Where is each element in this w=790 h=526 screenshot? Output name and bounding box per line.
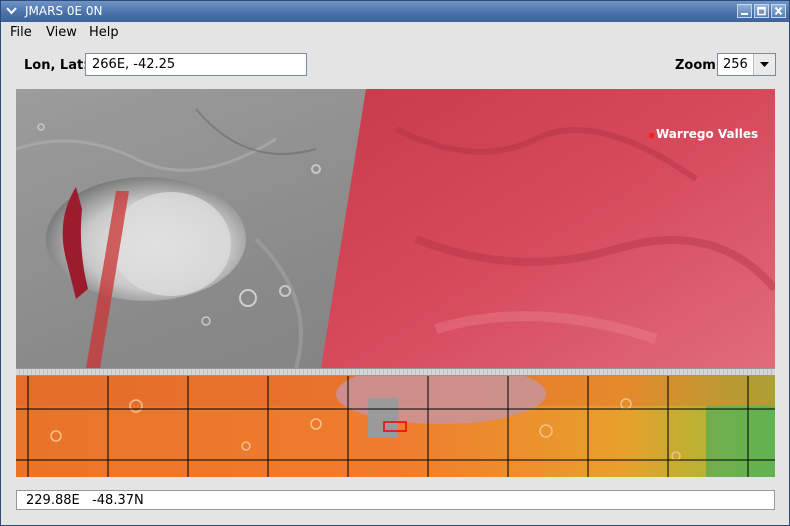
landmark-label[interactable]: Warrego Valles [656, 127, 758, 141]
maximize-icon [757, 6, 766, 16]
cursor-coords: 229.88E -48.37N [26, 493, 144, 508]
menu-view[interactable]: View [46, 25, 77, 40]
minimize-icon [741, 13, 748, 15]
lonlat-input[interactable]: 266E, -42.25 [85, 53, 307, 76]
lonlat-label: Lon, Lat: [24, 58, 89, 73]
zoom-label: Zoom: [675, 58, 722, 73]
maximize-button[interactable] [754, 4, 769, 18]
zoom-value: 256 [723, 57, 748, 72]
landmark-marker-icon[interactable] [649, 133, 654, 138]
menu-bar: File View Help [1, 22, 789, 42]
menu-help[interactable]: Help [89, 25, 119, 40]
overview-terrain-image [16, 376, 775, 477]
jmars-window: JMARS 0E 0N File View Help Lon, Lat: 266… [0, 0, 790, 526]
main-map-view[interactable]: Warrego Valles [16, 89, 775, 368]
minimize-button[interactable] [737, 4, 752, 18]
chevron-down-icon [760, 62, 769, 67]
status-bar: 229.88E -48.37N [16, 490, 775, 510]
title-bar[interactable]: JMARS 0E 0N [1, 1, 789, 22]
system-menu-icon[interactable] [4, 4, 19, 18]
panel-splitter[interactable] [16, 368, 775, 376]
close-button[interactable] [771, 4, 786, 18]
zoom-select[interactable]: 256 [717, 53, 776, 76]
close-icon [774, 6, 783, 16]
zoom-dropdown-button[interactable] [753, 54, 775, 75]
menu-file[interactable]: File [10, 25, 32, 40]
window-title: JMARS 0E 0N [25, 4, 103, 18]
overview-map[interactable] [16, 376, 775, 477]
